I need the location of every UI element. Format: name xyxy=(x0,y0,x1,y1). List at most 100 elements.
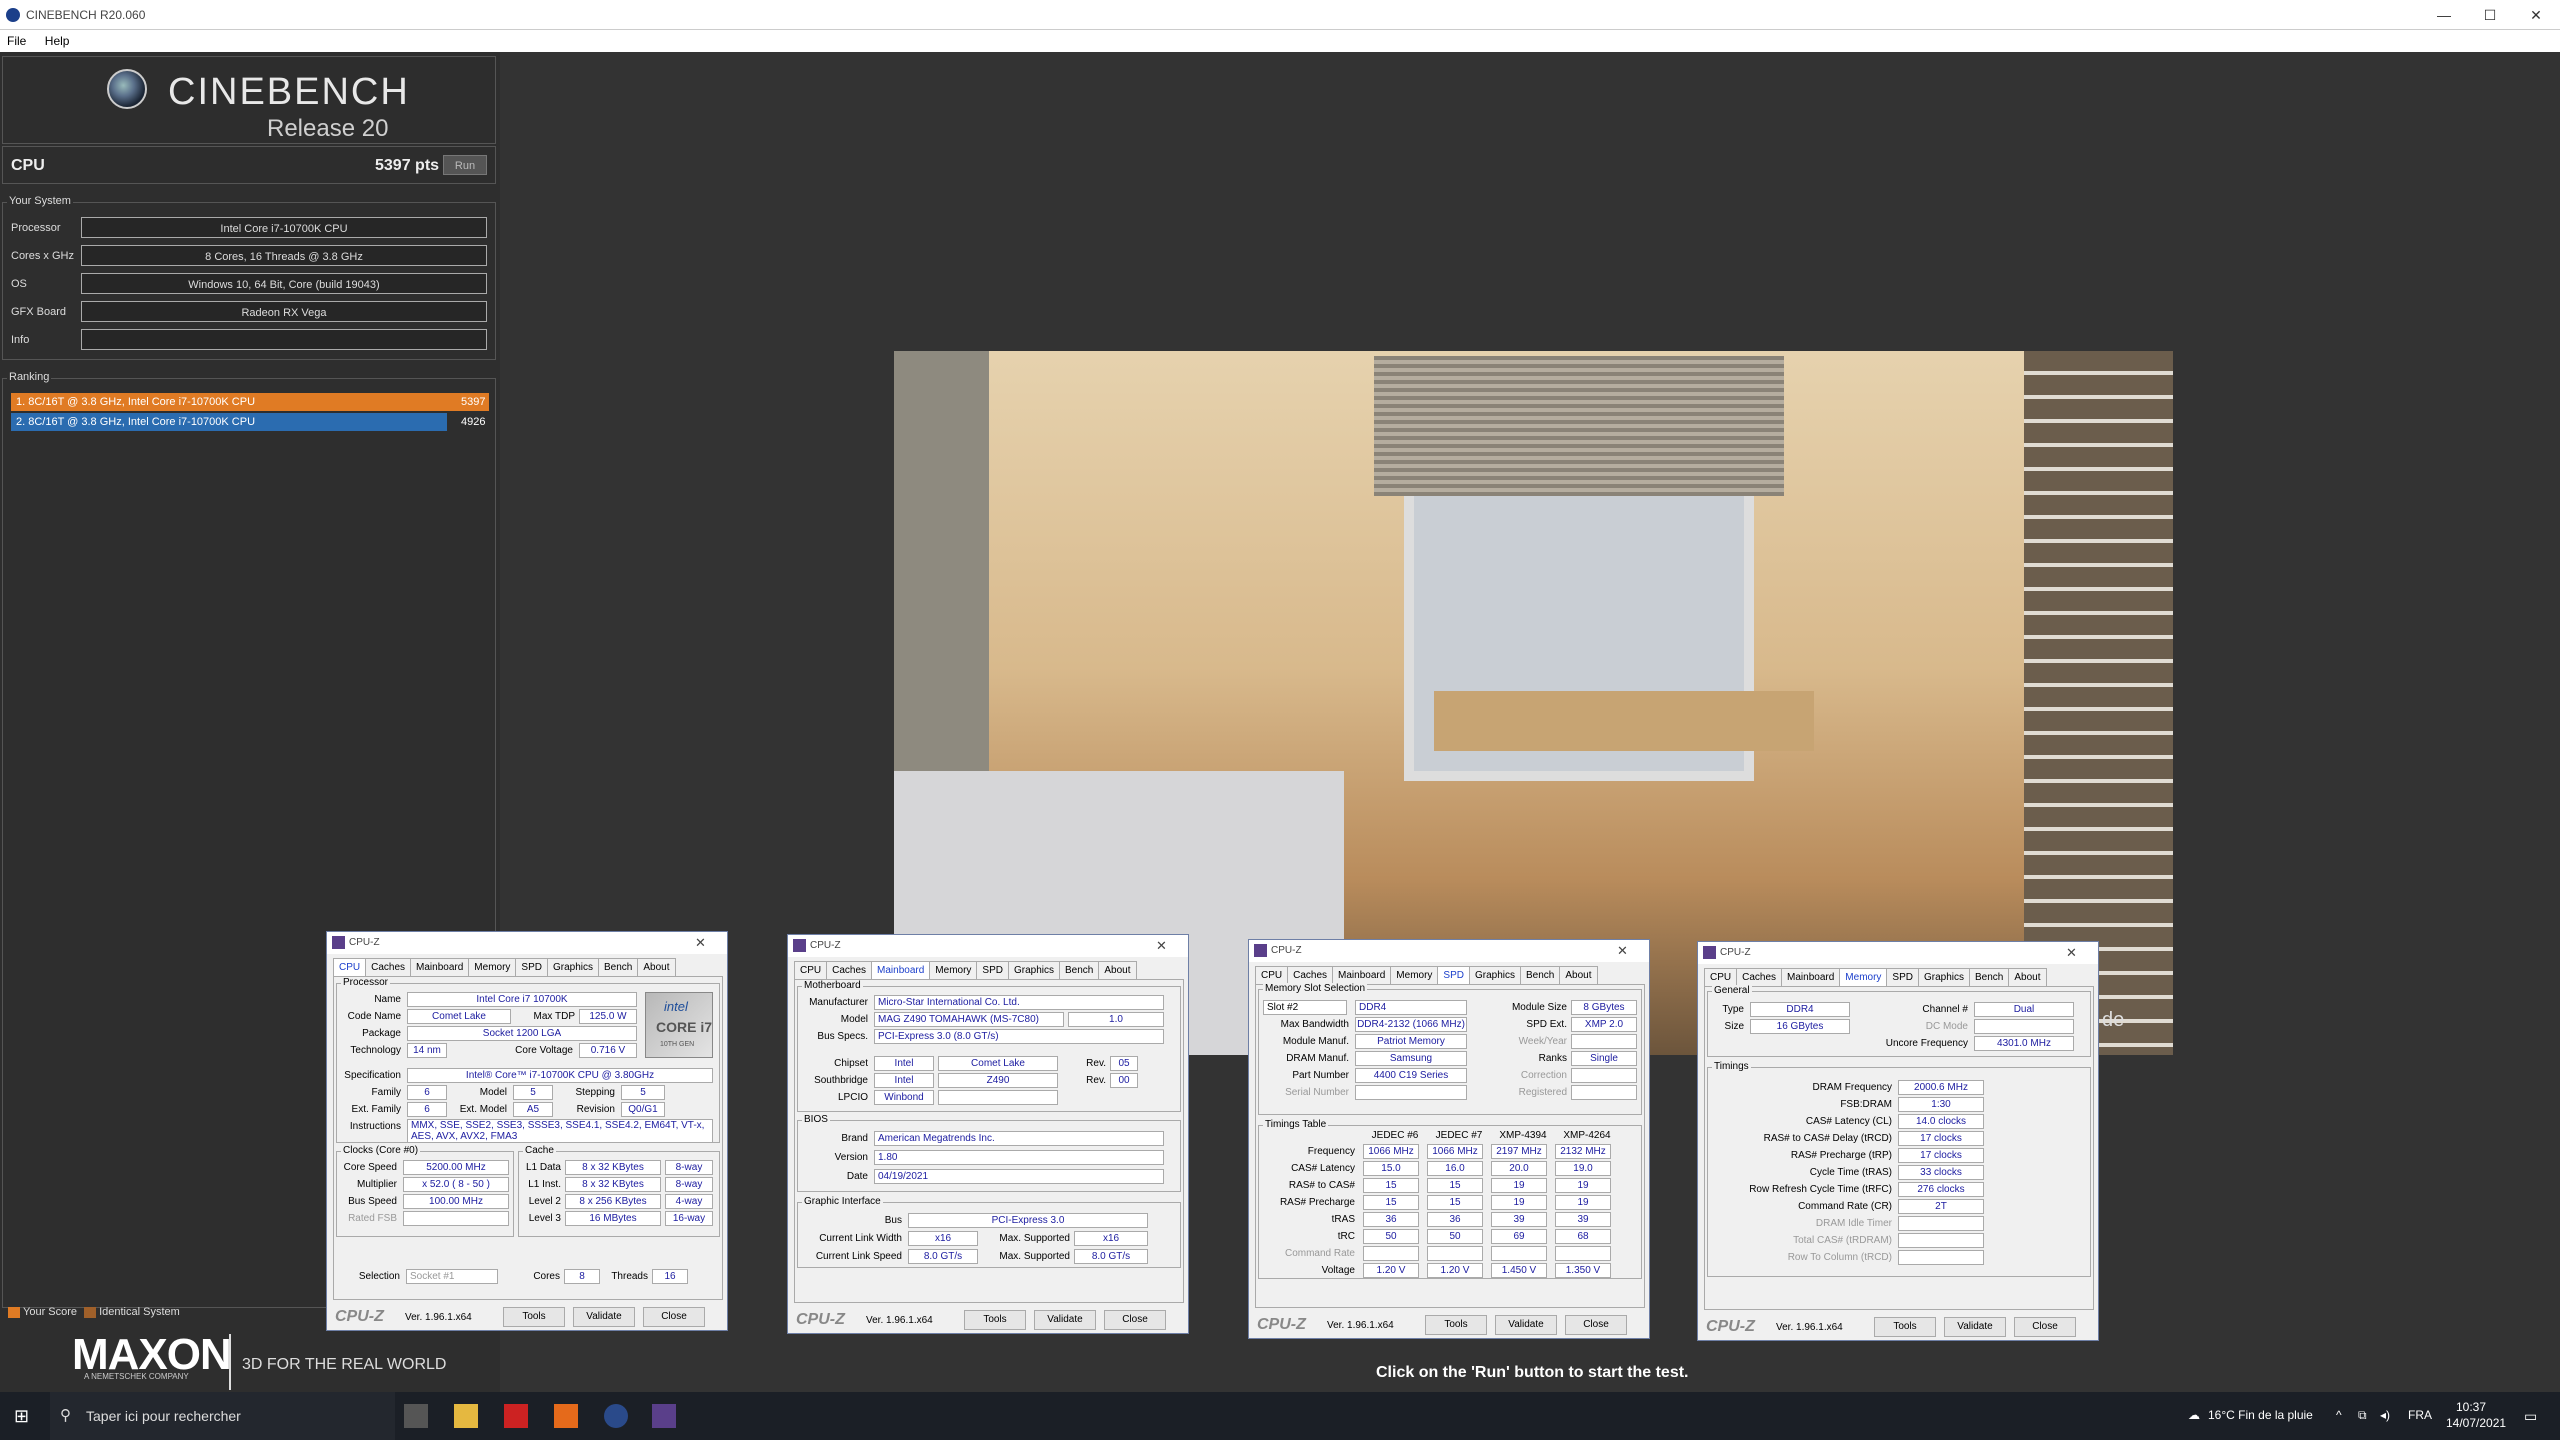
tools-button[interactable]: Tools xyxy=(503,1307,565,1327)
close-button[interactable]: Close xyxy=(643,1307,705,1327)
tab-bench[interactable]: Bench xyxy=(1059,961,1100,979)
cinebench-icon xyxy=(6,8,20,22)
tab-graphics[interactable]: Graphics xyxy=(1917,968,1970,986)
southbridge-name: Z490 xyxy=(938,1073,1058,1088)
tab-bench[interactable]: Bench xyxy=(1520,966,1561,984)
timing-cell: 15.0 xyxy=(1363,1161,1419,1176)
validate-button[interactable]: Validate xyxy=(573,1307,635,1327)
legend-your-score: Your Score xyxy=(23,1306,78,1318)
clock-date[interactable]: 14/07/2021 xyxy=(2446,1416,2506,1430)
specification-value: Intel® Core™ i7-10700K CPU @ 3.80GHz xyxy=(407,1068,713,1083)
ranking-item[interactable]: 1. 8C/16T @ 3.8 GHz, Intel Core i7-10700… xyxy=(11,393,489,411)
maximize-button[interactable]: ☐ xyxy=(2470,2,2510,28)
weather-text[interactable]: 16°C Fin de la pluie xyxy=(2208,1408,2313,1422)
tools-button[interactable]: Tools xyxy=(1425,1315,1487,1335)
field-label: Instructions xyxy=(349,1121,401,1132)
menu-help[interactable]: Help xyxy=(38,30,77,52)
tab-bench[interactable]: Bench xyxy=(598,958,639,976)
tab-memory[interactable]: Memory xyxy=(929,961,978,979)
tab-spd[interactable]: SPD xyxy=(976,961,1009,979)
tab-caches[interactable]: Caches xyxy=(365,958,412,976)
system-key: OS xyxy=(11,278,27,290)
tab-about[interactable]: About xyxy=(2008,968,2047,986)
tab-cpu[interactable]: CPU xyxy=(1704,968,1738,986)
tab-caches[interactable]: Caches xyxy=(1736,968,1783,986)
group-header: Clocks (Core #0) xyxy=(341,1145,421,1156)
volume-icon[interactable]: ◂) xyxy=(2380,1408,2390,1422)
tab-memory[interactable]: Memory xyxy=(1839,968,1888,986)
timing-cell: 1066 MHz xyxy=(1427,1144,1483,1159)
scene-table xyxy=(1434,691,1814,751)
chevron-up-icon[interactable]: ^ xyxy=(2336,1408,2342,1422)
info-input[interactable] xyxy=(81,329,487,350)
slot-select[interactable]: Slot #2 xyxy=(1263,1000,1347,1015)
close-icon[interactable]: ✕ xyxy=(2066,945,2077,961)
close-icon[interactable]: ✕ xyxy=(1617,943,1628,959)
tools-button[interactable]: Tools xyxy=(1874,1317,1936,1337)
tools-button[interactable]: Tools xyxy=(964,1310,1026,1330)
notification-icon[interactable]: ▭ xyxy=(2524,1408,2537,1425)
run-button[interactable]: Run xyxy=(443,155,487,175)
tab-memory[interactable]: Memory xyxy=(1390,966,1439,984)
tab-about[interactable]: About xyxy=(1559,966,1598,984)
close-button[interactable]: ✕ xyxy=(2516,2,2556,28)
validate-button[interactable]: Validate xyxy=(1034,1310,1096,1330)
cpuz-taskbar-icon[interactable] xyxy=(652,1404,676,1428)
validate-button[interactable]: Validate xyxy=(1495,1315,1557,1335)
menu-file[interactable]: File xyxy=(0,30,33,52)
network-icon[interactable]: ⧉ xyxy=(2358,1408,2367,1423)
cpuz-icon xyxy=(1254,944,1267,957)
tab-about[interactable]: About xyxy=(1098,961,1137,979)
close-button[interactable]: Close xyxy=(1565,1315,1627,1335)
cinebench-taskbar-icon[interactable] xyxy=(604,1404,628,1428)
clock-time[interactable]: 10:37 xyxy=(2456,1400,2486,1414)
group-header: Timings xyxy=(1712,1061,1751,1072)
field-label: Max. Supported xyxy=(999,1233,1070,1244)
model-rev-value: 1.0 xyxy=(1068,1012,1164,1027)
tab-mainboard[interactable]: Mainboard xyxy=(410,958,470,976)
app-icon[interactable] xyxy=(504,1404,528,1428)
brave-icon[interactable] xyxy=(554,1404,578,1428)
tab-spd[interactable]: SPD xyxy=(515,958,548,976)
tab-spd[interactable]: SPD xyxy=(1886,968,1919,986)
cpuz-window-memory: CPU-Z ✕ CPU Caches Mainboard Memory SPD Graphi… xyxy=(1697,941,2099,1341)
socket-select[interactable]: Socket #1 xyxy=(406,1269,498,1284)
tab-caches[interactable]: Caches xyxy=(1287,966,1334,984)
timings-table-group: Timings Table JEDEC #6 JEDEC #7 XMP-4394… xyxy=(1258,1119,1642,1279)
tab-memory[interactable]: Memory xyxy=(468,958,517,976)
close-button[interactable]: Close xyxy=(2014,1317,2076,1337)
timing-label: Row Refresh Cycle Time (tRFC) xyxy=(1749,1184,1892,1195)
timing-cell xyxy=(1363,1246,1419,1261)
tab-mainboard[interactable]: Mainboard xyxy=(871,961,931,979)
field-label: DC Mode xyxy=(1925,1021,1968,1032)
run-hint-message: Click on the 'Run' button to start the t… xyxy=(1376,1364,1689,1381)
tab-cpu[interactable]: CPU xyxy=(1255,966,1289,984)
tab-about[interactable]: About xyxy=(637,958,676,976)
tab-graphics[interactable]: Graphics xyxy=(546,958,599,976)
close-button[interactable]: Close xyxy=(1104,1310,1166,1330)
file-explorer-icon[interactable] xyxy=(454,1404,478,1428)
tab-graphics[interactable]: Graphics xyxy=(1007,961,1060,979)
tab-caches[interactable]: Caches xyxy=(826,961,873,979)
windows-start-icon[interactable]: ⊞ xyxy=(14,1406,29,1427)
validate-button[interactable]: Validate xyxy=(1944,1317,2006,1337)
timing-column-header: JEDEC #6 xyxy=(1371,1130,1419,1141)
language-indicator[interactable]: FRA xyxy=(2408,1408,2432,1422)
tab-graphics[interactable]: Graphics xyxy=(1468,966,1521,984)
store-icon[interactable] xyxy=(404,1404,428,1428)
timing-cell: 36 xyxy=(1427,1212,1483,1227)
close-icon[interactable]: ✕ xyxy=(695,935,706,951)
field-label: Stepping xyxy=(575,1087,615,1098)
tab-cpu[interactable]: CPU xyxy=(333,958,367,976)
tab-mainboard[interactable]: Mainboard xyxy=(1332,966,1392,984)
minimize-button[interactable]: — xyxy=(2424,2,2464,28)
taskbar-search[interactable]: ⚲ Taper ici pour rechercher xyxy=(50,1392,395,1440)
close-icon[interactable]: ✕ xyxy=(1156,938,1167,954)
tab-cpu[interactable]: CPU xyxy=(794,961,828,979)
timing-cell: 1.20 V xyxy=(1427,1263,1483,1278)
tab-spd[interactable]: SPD xyxy=(1437,966,1470,984)
part-number-value: 4400 C19 Series xyxy=(1355,1068,1467,1083)
tab-mainboard[interactable]: Mainboard xyxy=(1781,968,1841,986)
tab-bench[interactable]: Bench xyxy=(1969,968,2010,986)
ranking-item[interactable]: 2. 8C/16T @ 3.8 GHz, Intel Core i7-10700… xyxy=(11,413,485,431)
